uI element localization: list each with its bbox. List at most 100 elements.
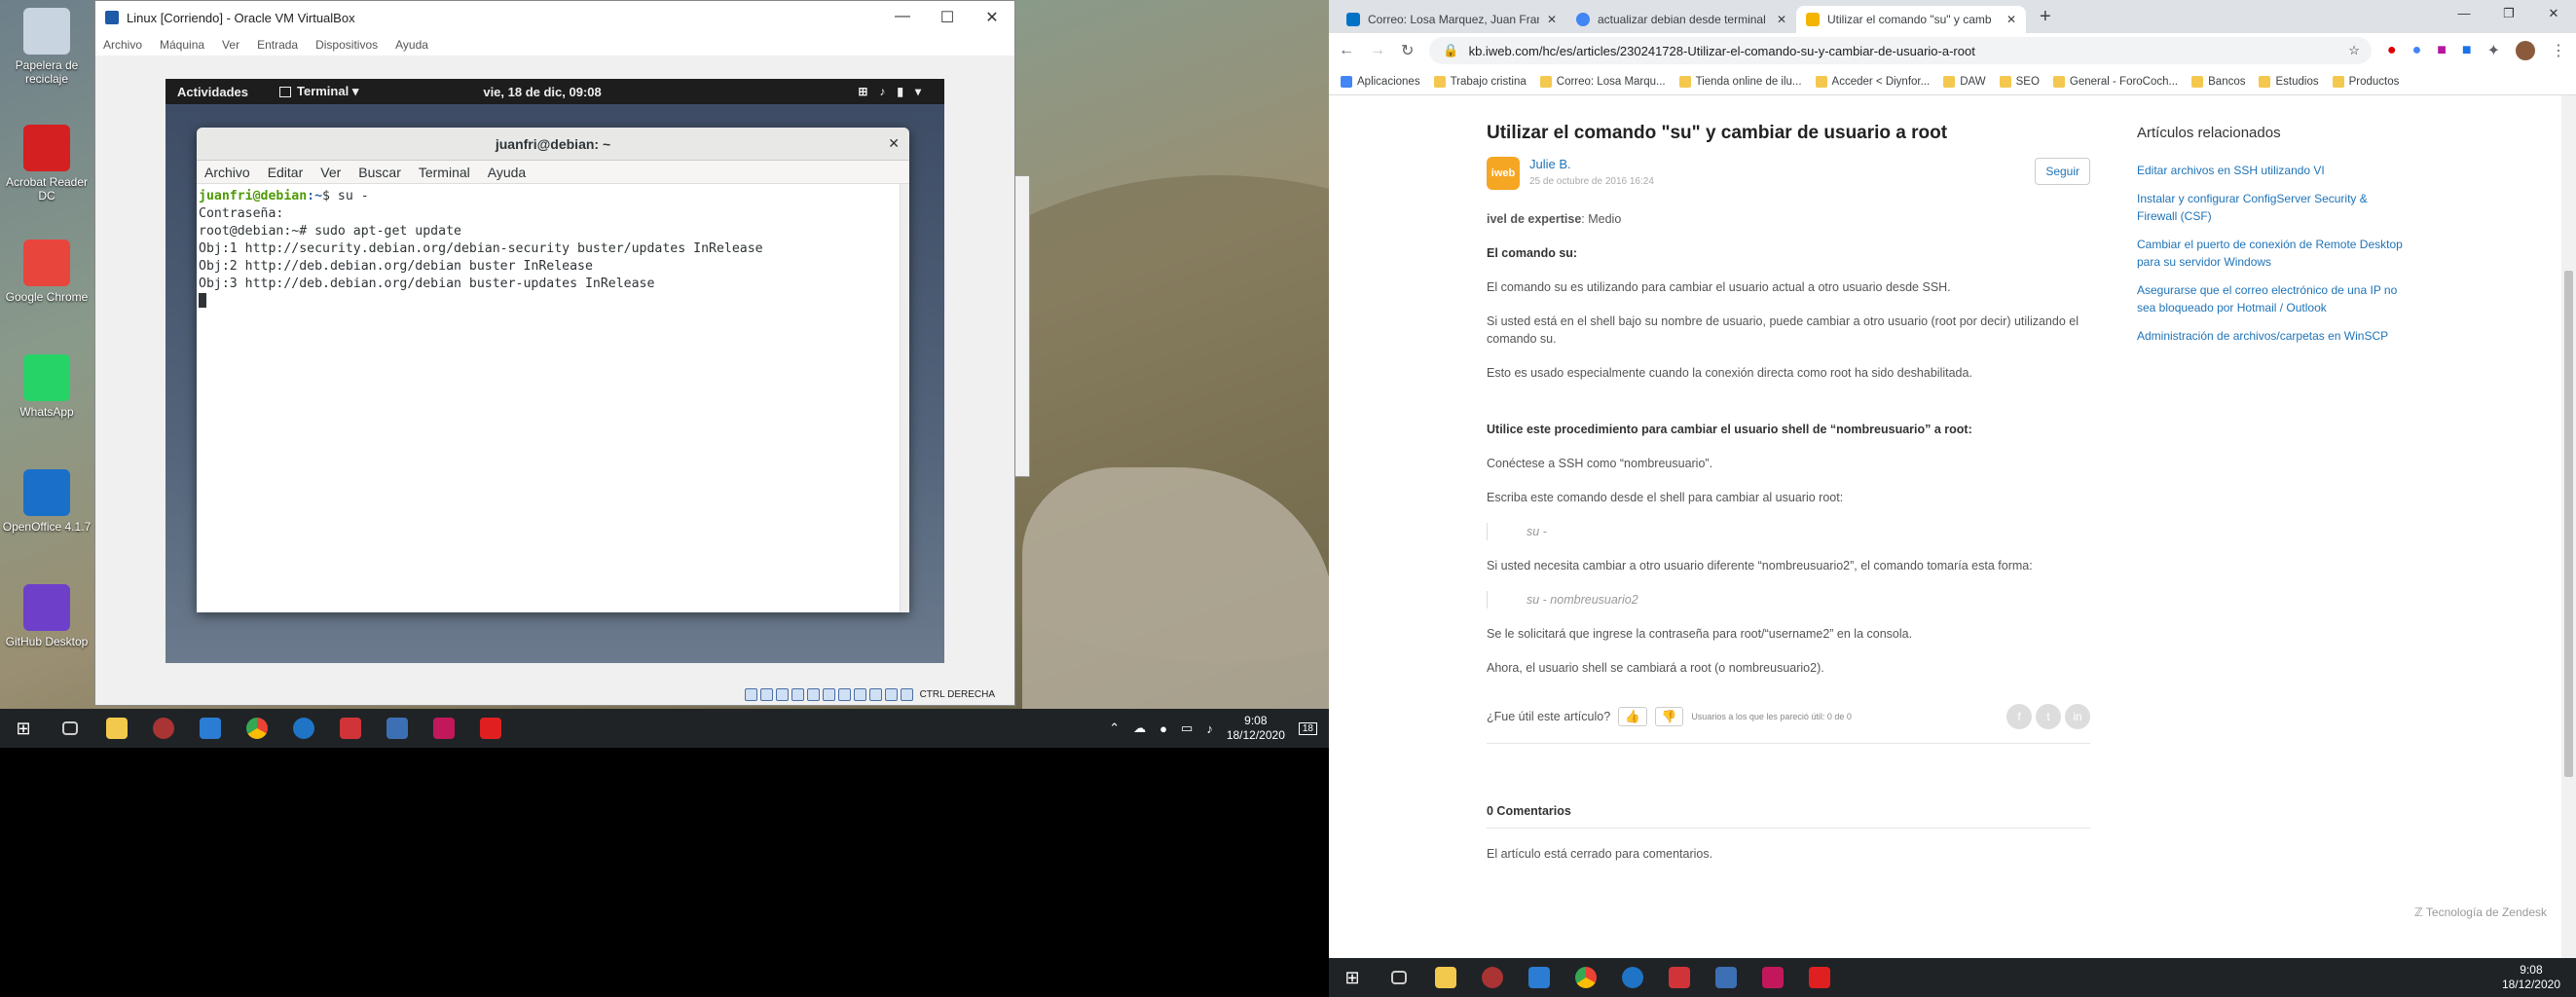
audio-icon[interactable]	[775, 687, 789, 701]
bookmark-item[interactable]: Trabajo cristina	[1433, 75, 1527, 88]
bookmark-item[interactable]: General - ForoCoch...	[2052, 75, 2178, 88]
taskbar-chrome[interactable]	[1563, 958, 1609, 997]
taskbar-thunderbird[interactable]	[280, 709, 327, 748]
desktop-icon[interactable]: WhatsApp	[0, 354, 93, 419]
zendesk-credit[interactable]: ℤ Tecnología de Zendesk	[2414, 905, 2547, 919]
bookmark-item[interactable]: Productos	[2332, 75, 2399, 88]
bookmark-item[interactable]: DAW	[1943, 75, 1986, 88]
terminal-menu-archivo[interactable]: Archivo	[204, 165, 250, 180]
hdd-icon[interactable]	[744, 687, 757, 701]
menu-ayuda[interactable]: Ayuda	[395, 38, 428, 52]
taskbar-clock[interactable]: 9:08 18/12/2020	[1227, 714, 1285, 743]
page-scrollbar[interactable]	[2561, 95, 2576, 958]
taskbar-acrobat[interactable]	[1796, 958, 1843, 997]
activities-button[interactable]: Actividades	[177, 85, 248, 99]
tab-correo[interactable]: Correo: Losa Marquez, Juan Franc ✕	[1337, 6, 1566, 33]
taskbar-todo[interactable]	[1516, 958, 1563, 997]
cpu-icon[interactable]	[868, 687, 882, 701]
network-icon[interactable]	[791, 687, 804, 701]
taskbar-app-pink[interactable]	[1749, 958, 1796, 997]
app-menu[interactable]: Terminal ▾	[278, 84, 358, 99]
terminal-menu-editar[interactable]: Editar	[268, 165, 304, 180]
tab-close-icon[interactable]: ✕	[1547, 13, 1557, 26]
start-button[interactable]: ⊞	[0, 709, 47, 748]
taskbar-explorer[interactable]	[1422, 958, 1469, 997]
taskbar-virtualbox[interactable]	[1703, 958, 1749, 997]
desktop-icon[interactable]: Google Chrome	[0, 240, 93, 304]
start-button[interactable]: ⊞	[1329, 958, 1376, 997]
terminal-menu-terminal[interactable]: Terminal	[419, 165, 470, 180]
taskbar-thunderbird[interactable]	[1609, 958, 1656, 997]
address-bar[interactable]: 🔒 kb.iweb.com/hc/es/articles/230241728-U…	[1429, 37, 2372, 64]
taskbar-app-red[interactable]	[1656, 958, 1703, 997]
puzzle-icon[interactable]: ✦	[2487, 41, 2500, 60]
bookmark-item[interactable]: Acceder < Diynfor...	[1815, 75, 1930, 88]
taskbar-todo[interactable]	[187, 709, 234, 748]
bookmark-item[interactable]: Correo: Losa Marqu...	[1539, 75, 1666, 88]
back-icon[interactable]: ←	[1339, 42, 1354, 59]
menu-maquina[interactable]: Máquina	[160, 38, 204, 52]
related-link[interactable]: Administración de archivos/carpetas en W…	[2137, 327, 2410, 345]
tab-active-article[interactable]: Utilizar el comando "su" y camb ✕	[1796, 6, 2026, 33]
linkedin-icon[interactable]: in	[2065, 704, 2090, 729]
taskbar-app-red[interactable]	[327, 709, 374, 748]
reload-icon[interactable]: ↻	[1401, 41, 1414, 60]
thumbs-up-button[interactable]: 👍	[1618, 707, 1647, 726]
terminal-close-icon[interactable]: ✕	[888, 135, 900, 152]
browser-window[interactable]: Correo: Losa Marquez, Juan Franc ✕ actua…	[1329, 0, 2576, 997]
bookmark-item[interactable]: Estudios	[2259, 75, 2319, 88]
guest-screen[interactable]: Actividades Terminal ▾ vie, 18 de dic, 0…	[166, 79, 944, 663]
extension-icon[interactable]: ■	[2437, 42, 2447, 59]
menu-entrada[interactable]: Entrada	[257, 38, 298, 52]
task-view-button[interactable]	[47, 709, 93, 748]
system-menu-icons[interactable]: ⊞♪▮▾	[858, 85, 933, 98]
twitter-icon[interactable]: t	[2036, 704, 2061, 729]
close-button[interactable]: ✕	[2531, 0, 2576, 27]
desktop-icon[interactable]: GitHub Desktop	[0, 584, 93, 648]
related-link[interactable]: Cambiar el puerto de conexión de Remote …	[2137, 236, 2410, 271]
usb-icon[interactable]	[806, 687, 820, 701]
tab-close-icon[interactable]: ✕	[2006, 13, 2016, 26]
extension-icon[interactable]: ■	[2462, 42, 2472, 59]
facebook-icon[interactable]: f	[2006, 704, 2032, 729]
volume-icon[interactable]: ♪	[1206, 721, 1213, 736]
close-button[interactable]: ✕	[970, 8, 1014, 27]
author-name[interactable]: Julie B.	[1529, 156, 1654, 173]
chevron-up-icon[interactable]: ⌃	[1109, 720, 1120, 736]
terminal-scrollbar[interactable]	[900, 184, 909, 612]
shared-folder-icon[interactable]	[822, 687, 835, 701]
taskbar-virtualbox[interactable]	[374, 709, 421, 748]
notifications-badge[interactable]: 18	[1298, 721, 1317, 735]
related-link[interactable]: Editar archivos en SSH utilizando VI	[2137, 162, 2410, 179]
related-link[interactable]: Instalar y configurar ConfigServer Secur…	[2137, 190, 2410, 225]
taskbar-acrobat[interactable]	[467, 709, 514, 748]
taskbar-app[interactable]	[1469, 958, 1516, 997]
virtualbox-window[interactable]: Linux [Corriendo] - Oracle VM VirtualBox…	[94, 0, 1015, 706]
bookmark-item[interactable]: Tienda online de ilu...	[1678, 75, 1802, 88]
terminal-window[interactable]: juanfri@debian: ~ ✕ Archivo Editar Ver B…	[197, 128, 909, 612]
taskbar-app-pink[interactable]	[421, 709, 467, 748]
network-tray-icon[interactable]: ▭	[1181, 720, 1193, 736]
optical-icon[interactable]	[759, 687, 773, 701]
taskbar-clock[interactable]: 9:08 18/12/2020	[2502, 963, 2576, 992]
terminal-output[interactable]: juanfri@debian:~$ su - Contraseña: root@…	[197, 184, 909, 317]
menu-dispositivos[interactable]: Dispositivos	[315, 38, 378, 52]
recording-icon[interactable]	[853, 687, 866, 701]
gnome-clock[interactable]: vie, 18 de dic, 09:08	[483, 85, 601, 99]
tab-close-icon[interactable]: ✕	[1777, 13, 1786, 26]
bookmark-item[interactable]: Bancos	[2191, 75, 2245, 88]
bookmark-item[interactable]: SEO	[1999, 75, 2040, 88]
taskbar-chrome[interactable]	[234, 709, 280, 748]
restore-button[interactable]: ❐	[2486, 0, 2531, 27]
maximize-button[interactable]: ☐	[925, 8, 970, 27]
tab-google[interactable]: actualizar debian desde terminal ✕	[1566, 6, 1796, 33]
terminal-menu-buscar[interactable]: Buscar	[358, 165, 401, 180]
terminal-menu-ver[interactable]: Ver	[320, 165, 341, 180]
bookmark-star-icon[interactable]: ☆	[2348, 43, 2360, 58]
new-tab-button[interactable]: +	[2040, 6, 2051, 28]
scrollbar-thumb[interactable]	[2564, 271, 2573, 777]
desktop-icon[interactable]: Acrobat Reader DC	[0, 125, 93, 203]
forward-icon[interactable]: →	[1370, 42, 1385, 59]
task-view-button[interactable]	[1376, 958, 1422, 997]
mouse-icon[interactable]	[884, 687, 898, 701]
